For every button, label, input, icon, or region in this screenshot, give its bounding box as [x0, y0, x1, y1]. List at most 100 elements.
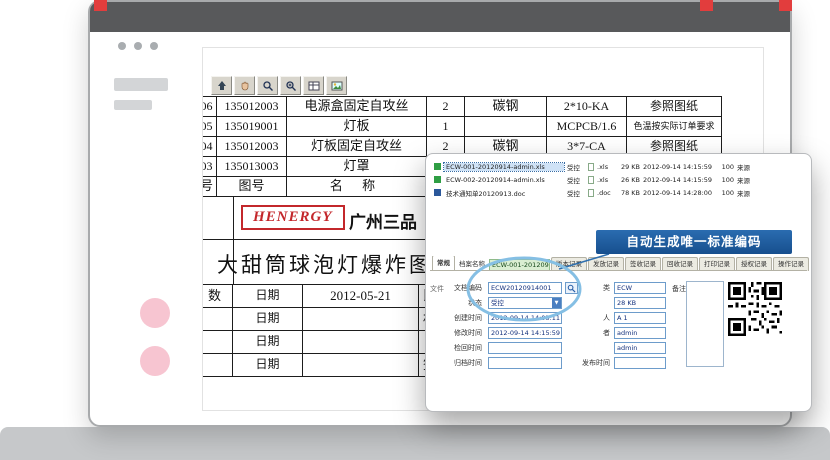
- bom-name: 灯板: [287, 117, 427, 136]
- chevron-down-icon: ▼: [552, 298, 561, 308]
- window-titlebar: [90, 2, 790, 32]
- field-label-checkin-time: 检回时间: [440, 342, 482, 354]
- drawing-title: 大甜筒球泡灯爆炸图: [217, 249, 433, 279]
- info-left: [202, 308, 233, 330]
- bom-code: 135013003: [217, 157, 287, 176]
- company-logo: HENERGY: [241, 205, 345, 230]
- table-button[interactable]: [303, 76, 324, 95]
- bom-name: 灯板固定自攻丝: [287, 137, 427, 156]
- sidebar-pink-circle: [140, 298, 170, 328]
- field-label-archive-time: 归档时间: [440, 357, 482, 369]
- bom-no: 04: [202, 137, 217, 156]
- document-properties-dialog: ECW-001-20120914-admin.xls 受控 .xls 29 KB…: [425, 153, 812, 412]
- tab-version-history[interactable]: 版本记录: [551, 257, 587, 271]
- file-size: 29 KB: [616, 163, 640, 171]
- red-accent-square: [700, 0, 713, 11]
- modify-time-field[interactable]: 2012-09-14 14:15:59: [488, 327, 562, 339]
- size-field[interactable]: 28 KB: [614, 297, 666, 309]
- table-icon: [308, 80, 320, 92]
- open-button[interactable]: [211, 76, 232, 95]
- qr-code: [728, 282, 782, 336]
- open-icon: [216, 80, 228, 92]
- file-name: 技术通知单20120913.doc: [444, 188, 564, 198]
- field-label-doc-code: 文档编码: [440, 282, 482, 294]
- field-label-status: 状态: [440, 297, 482, 309]
- remark-label: 备注: [672, 284, 686, 294]
- remark-textarea[interactable]: [686, 281, 724, 367]
- tab-receipt-records[interactable]: 签收记录: [625, 257, 661, 271]
- file-name: ECW-001-20120914-admin.xls: [444, 163, 564, 171]
- checkin-time-field[interactable]: [488, 342, 562, 354]
- tab-general[interactable]: 常规: [432, 256, 455, 271]
- file-row[interactable]: ECW-001-20120914-admin.xls 受控 .xls 29 KB…: [434, 160, 805, 173]
- tab-operation-records[interactable]: 操作记录: [773, 257, 809, 271]
- bom-remark: 色温按实际订单要求: [627, 117, 722, 136]
- bom-header-name: 名 称: [287, 177, 427, 196]
- mid-label-creator: 人: [574, 312, 610, 324]
- file-row[interactable]: 技术通知单20120913.doc 受控 .doc 78 KB 2012-09-…: [434, 186, 805, 199]
- tab-print-records[interactable]: 打印记录: [699, 257, 735, 271]
- info-label: 日期: [233, 285, 303, 307]
- info-left: [202, 331, 233, 353]
- create-time-field[interactable]: 2012-09-14 14:05:11: [488, 312, 562, 324]
- zoom-button[interactable]: [257, 76, 278, 95]
- file-time: 2012-09-14 14:15:59: [643, 176, 715, 184]
- file-row[interactable]: ECW-002-20120914-admin.xls 受控 .xls 26 KB…: [434, 173, 805, 186]
- bom-no: 06: [202, 97, 217, 116]
- bom-qty: 1: [427, 117, 465, 136]
- archive-time-field[interactable]: [488, 357, 562, 369]
- file-source: 来源: [737, 175, 759, 185]
- file-time: 2012-09-14 14:15:59: [643, 163, 715, 171]
- hand-pan-icon: [239, 80, 251, 92]
- file-version: 100: [718, 176, 734, 184]
- category-field[interactable]: ECW: [614, 282, 666, 294]
- bom-name: 电源盒固定自攻丝: [287, 97, 427, 116]
- zoom-icon: [262, 80, 274, 92]
- bom-code: 135019001: [217, 117, 287, 136]
- tab-recall-records[interactable]: 回收记录: [662, 257, 698, 271]
- field-label-create-time: 创建时间: [440, 312, 482, 324]
- bom-name: 灯罩: [287, 157, 427, 176]
- checkin-user-field[interactable]: admin: [614, 342, 666, 354]
- file-size: 26 KB: [616, 176, 640, 184]
- file-state: 受控: [567, 175, 585, 185]
- dot-icon: [118, 42, 126, 50]
- tab-auth-records[interactable]: 授权记录: [736, 257, 772, 271]
- excel-file-icon: [434, 163, 441, 170]
- image-button[interactable]: [326, 76, 347, 95]
- bom-no: 05: [202, 117, 217, 136]
- pan-button[interactable]: [234, 76, 255, 95]
- dot-icon: [134, 42, 142, 50]
- file-size: 78 KB: [616, 189, 640, 197]
- file-version: 100: [718, 189, 734, 197]
- doc-code-field[interactable]: ECW20120914001: [488, 282, 562, 294]
- bom-header-no: 号: [202, 177, 217, 196]
- dialog-tab-bar: 常规 档案名称 ECW-001-20120914-admin 版本记录 发放记录…: [432, 256, 809, 271]
- tab-issue-records[interactable]: 发放记录: [588, 257, 624, 271]
- field-label-modify-time: 修改时间: [440, 327, 482, 339]
- sidebar-placeholder-bar: [114, 78, 168, 91]
- table-divider: [233, 197, 234, 239]
- bom-code: 135012003: [217, 97, 287, 116]
- red-accent-square: [779, 0, 792, 11]
- image-icon: [331, 80, 343, 92]
- status-value: 受控: [491, 298, 504, 308]
- dot-icon: [150, 42, 158, 50]
- modifier-field[interactable]: admin: [614, 327, 666, 339]
- file-state: 受控: [567, 188, 585, 198]
- zoom-area-icon: [285, 80, 297, 92]
- company-name: 广州三品: [349, 208, 417, 233]
- status-dropdown[interactable]: 受控 ▼: [488, 297, 562, 309]
- red-accent-square: [94, 0, 107, 11]
- creator-field[interactable]: A 1: [614, 312, 666, 324]
- info-label: 日期: [233, 308, 303, 330]
- info-value: [303, 308, 419, 330]
- info-left: 数: [202, 285, 233, 307]
- info-value: [303, 331, 419, 353]
- zoom-area-button[interactable]: [280, 76, 301, 95]
- publish-time-field[interactable]: [614, 357, 666, 369]
- callout-banner: 自动生成唯一标准编码: [596, 230, 792, 254]
- bom-spec: 2*10-KA: [547, 97, 627, 116]
- file-state: 受控: [567, 162, 585, 172]
- mid-label-modifier: 者: [574, 327, 610, 339]
